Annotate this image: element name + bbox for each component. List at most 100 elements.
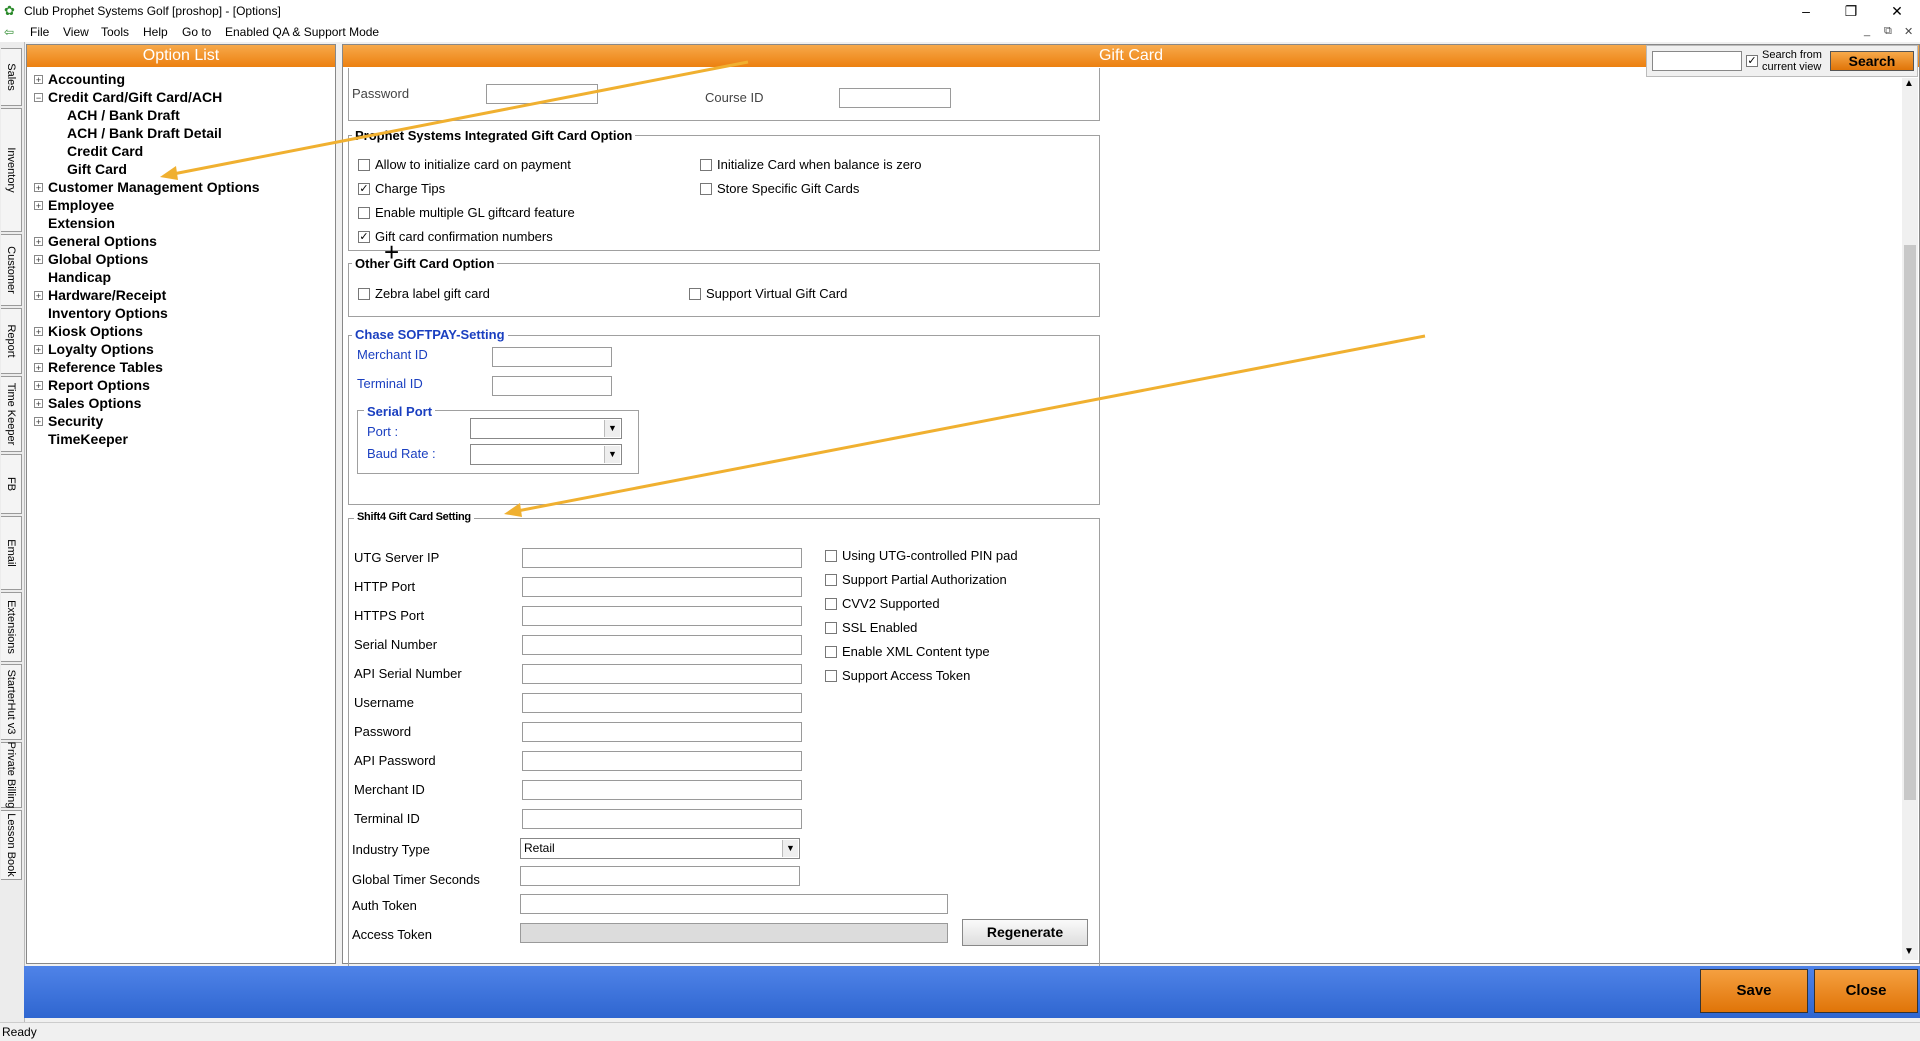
tree-item[interactable]: Credit Card xyxy=(67,143,143,159)
side-tab-private-billing[interactable]: Private Billing xyxy=(1,742,22,808)
tree-item[interactable]: Extension xyxy=(48,215,115,231)
other-group-title: Other Gift Card Option xyxy=(352,256,498,271)
side-tab-sales[interactable]: Sales xyxy=(1,48,22,106)
shift4-field-input[interactable] xyxy=(522,606,802,626)
tree-item[interactable]: Hardware/Receipt xyxy=(48,287,166,303)
shift4-field-input[interactable] xyxy=(522,577,802,597)
password-field[interactable] xyxy=(486,84,598,104)
side-tab-fb[interactable]: FB xyxy=(1,454,22,514)
industry-type-dropdown[interactable]: Retail ▼ xyxy=(520,838,800,859)
shift4-option-checkbox[interactable] xyxy=(825,574,837,586)
menu-file[interactable]: File xyxy=(30,25,49,39)
tree-expander-icon[interactable]: + xyxy=(34,327,43,337)
tree-expander-icon[interactable]: + xyxy=(34,417,43,427)
auth-token-field[interactable] xyxy=(520,894,948,914)
tree-expander-icon[interactable]: + xyxy=(34,291,43,301)
tree-expander-icon[interactable]: + xyxy=(34,399,43,409)
tree-expander-icon[interactable]: + xyxy=(34,201,43,211)
shift4-field-input[interactable] xyxy=(522,693,802,713)
tree-item[interactable]: ACH / Bank Draft Detail xyxy=(67,125,222,141)
chase-terminal-id-field[interactable] xyxy=(492,376,612,396)
close-button[interactable]: Close xyxy=(1814,969,1918,1013)
shift4-option-checkbox[interactable] xyxy=(825,670,837,682)
tree-item[interactable]: Security xyxy=(48,413,103,429)
baud-rate-dropdown[interactable]: ▼ xyxy=(470,444,622,465)
menu-help[interactable]: Help xyxy=(143,25,168,39)
integrated-option-checkbox[interactable]: ✓ xyxy=(358,231,370,243)
tree-item[interactable]: Employee xyxy=(48,197,114,213)
shift4-option-checkbox[interactable] xyxy=(825,646,837,658)
regenerate-button[interactable]: Regenerate xyxy=(962,919,1088,946)
tree-item[interactable]: General Options xyxy=(48,233,157,249)
tree-item[interactable]: Reference Tables xyxy=(48,359,163,375)
tree-expander-icon[interactable]: − xyxy=(34,93,43,103)
tree-item[interactable]: Sales Options xyxy=(48,395,141,411)
mdi-minimize-button[interactable]: _ xyxy=(1864,25,1870,37)
chase-merchant-id-field[interactable] xyxy=(492,347,612,367)
other-option-checkbox[interactable] xyxy=(358,288,370,300)
port-dropdown[interactable]: ▼ xyxy=(470,418,622,439)
tree-expander-icon[interactable]: + xyxy=(34,363,43,373)
global-timer-field[interactable] xyxy=(520,866,800,886)
mdi-restore-button[interactable]: ⧉ xyxy=(1884,25,1892,38)
mdi-close-button[interactable]: ✕ xyxy=(1904,25,1913,38)
shift4-field-input[interactable] xyxy=(522,664,802,684)
search-input[interactable] xyxy=(1652,51,1742,71)
tree-expander-icon[interactable]: + xyxy=(34,75,43,85)
menu-tools[interactable]: Tools xyxy=(101,25,129,39)
restore-button[interactable]: ❐ xyxy=(1828,0,1874,22)
side-tab-time-keeper[interactable]: Time Keeper xyxy=(1,376,22,452)
tree-item[interactable]: Customer Management Options xyxy=(48,179,260,195)
tree-item[interactable]: Global Options xyxy=(48,251,148,267)
shift4-field-input[interactable] xyxy=(522,751,802,771)
tree-item[interactable]: Accounting xyxy=(48,71,125,87)
menu-goto[interactable]: Go to xyxy=(182,25,211,39)
scroll-down-icon[interactable]: ▼ xyxy=(1904,946,1914,957)
tree-item[interactable]: Kiosk Options xyxy=(48,323,143,339)
integrated-option-checkbox[interactable] xyxy=(700,159,712,171)
tree-item[interactable]: Gift Card xyxy=(67,161,127,177)
shift4-option-checkbox[interactable] xyxy=(825,622,837,634)
tree-expander-icon[interactable]: + xyxy=(34,237,43,247)
side-tab-email[interactable]: Email xyxy=(1,516,22,590)
scroll-up-icon[interactable]: ▲ xyxy=(1904,78,1914,89)
tree-item[interactable]: Inventory Options xyxy=(48,305,168,321)
side-tab-lesson-book[interactable]: Lesson Book xyxy=(1,810,22,880)
save-button[interactable]: Save xyxy=(1700,969,1808,1013)
shift4-field-input[interactable] xyxy=(522,722,802,742)
tree-expander-icon[interactable]: + xyxy=(34,345,43,355)
tree-expander-icon[interactable]: + xyxy=(34,255,43,265)
integrated-option-checkbox[interactable] xyxy=(700,183,712,195)
scrollbar-thumb[interactable] xyxy=(1904,245,1916,800)
minimize-button[interactable]: – xyxy=(1783,0,1829,22)
search-current-view-checkbox[interactable]: ✓ xyxy=(1746,55,1758,67)
course-id-field[interactable] xyxy=(839,88,951,108)
integrated-option-checkbox[interactable] xyxy=(358,159,370,171)
integrated-option-checkbox[interactable] xyxy=(358,207,370,219)
tree-item[interactable]: Credit Card/Gift Card/ACH xyxy=(48,89,222,105)
tree-item[interactable]: Report Options xyxy=(48,377,150,393)
tree-item[interactable]: TimeKeeper xyxy=(48,431,128,447)
tree-expander-icon[interactable]: + xyxy=(34,183,43,193)
shift4-field-input[interactable] xyxy=(522,780,802,800)
shift4-field-input[interactable] xyxy=(522,809,802,829)
tree-item[interactable]: ACH / Bank Draft xyxy=(67,107,180,123)
integrated-option-checkbox[interactable]: ✓ xyxy=(358,183,370,195)
search-button[interactable]: Search xyxy=(1830,51,1914,71)
side-tab-report[interactable]: Report xyxy=(1,308,22,374)
shift4-field-input[interactable] xyxy=(522,548,802,568)
side-tab-inventory[interactable]: Inventory xyxy=(1,108,22,232)
tree-item[interactable]: Loyalty Options xyxy=(48,341,154,357)
side-tab-extensions[interactable]: Extensions xyxy=(1,592,22,662)
other-option-checkbox[interactable] xyxy=(689,288,701,300)
shift4-option-checkbox[interactable] xyxy=(825,550,837,562)
tree-item[interactable]: Handicap xyxy=(48,269,111,285)
shift4-option-checkbox[interactable] xyxy=(825,598,837,610)
menu-qa-mode[interactable]: Enabled QA & Support Mode xyxy=(225,25,379,39)
menu-view[interactable]: View xyxy=(63,25,89,39)
side-tab-starterhut[interactable]: StarterHut v3 xyxy=(1,664,22,740)
side-tab-customer[interactable]: Customer xyxy=(1,234,22,306)
shift4-field-input[interactable] xyxy=(522,635,802,655)
tree-expander-icon[interactable]: + xyxy=(34,381,43,391)
close-window-button[interactable]: ✕ xyxy=(1874,0,1920,22)
